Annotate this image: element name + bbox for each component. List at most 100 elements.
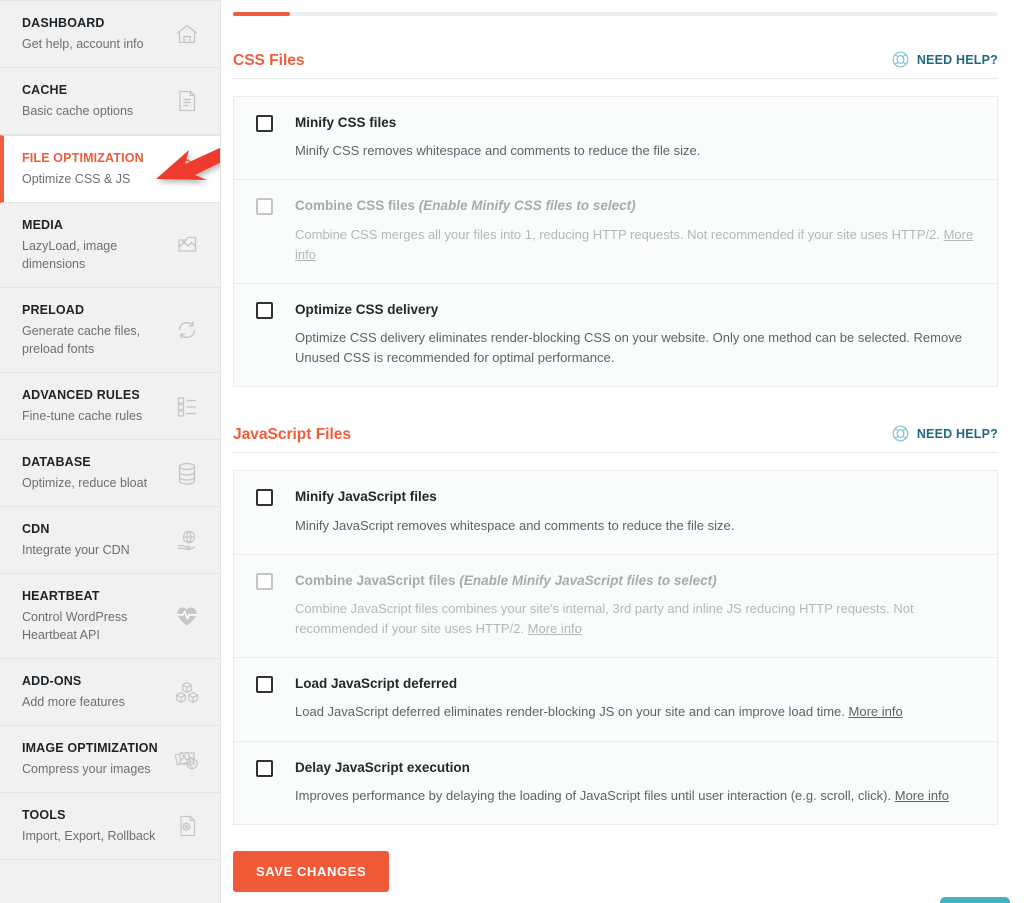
sidebar-item-title: HEARTBEAT	[22, 589, 100, 604]
sidebar-item-title: DATABASE	[22, 455, 91, 470]
sidebar-item-subtitle: Generate cache files, preload fonts	[22, 324, 141, 357]
option-header: Minify JavaScript files	[256, 488, 975, 507]
option-row: Combine CSS files (Enable Minify CSS fil…	[234, 180, 997, 284]
option-label-text: Minify CSS files	[295, 115, 397, 130]
sidebar-item-text: IMAGE OPTIMIZATION Compress your images	[22, 740, 172, 778]
support-chat-widget[interactable]	[940, 897, 1010, 903]
checkbox-minify-javascript-files[interactable]	[256, 489, 273, 507]
option-label: Combine JavaScript files (Enable Minify …	[295, 572, 717, 590]
option-label[interactable]: Optimize CSS delivery	[295, 301, 438, 319]
settings-sections: CSS Files NEED HELP? Minify CSS files Minif…	[233, 50, 998, 825]
option-description-text: Load JavaScript deferred eliminates rend…	[295, 704, 845, 720]
document-icon	[172, 86, 202, 116]
need-help-label: NEED HELP?	[916, 426, 998, 441]
option-row: Minify CSS files Minify CSS removes white…	[234, 97, 997, 181]
sidebar-item-cache[interactable]: CACHE Basic cache options	[0, 68, 220, 135]
sidebar-item-dashboard[interactable]: DASHBOARD Get help, account info	[0, 0, 220, 68]
option-label[interactable]: Minify CSS files	[295, 114, 396, 132]
settings-sidebar: DASHBOARD Get help, account info CACHE Basi…	[0, 0, 221, 903]
sidebar-item-title: PRELOAD	[22, 303, 85, 318]
need-help-link-javascript-files[interactable]: NEED HELP?	[891, 424, 998, 443]
more-info-link[interactable]: More info	[895, 788, 949, 803]
sidebar-item-title: ADVANCED RULES	[22, 388, 140, 403]
sidebar-item-media[interactable]: MEDIA LazyLoad, image dimensions	[0, 203, 220, 289]
cdn-globe-hand-icon	[172, 525, 202, 555]
more-info-link[interactable]: More info	[528, 621, 582, 636]
home-icon	[172, 19, 202, 49]
sidebar-item-subtitle: Control WordPress Heartbeat API	[22, 610, 128, 643]
sidebar-item-title: MEDIA	[22, 218, 64, 232]
photos-icon	[172, 744, 202, 774]
sidebar-item-image-optimization[interactable]: IMAGE OPTIMIZATION Compress your images	[0, 726, 220, 794]
sidebar-item-text: DASHBOARD Get help, account info	[22, 15, 172, 53]
option-row: Load JavaScript deferred Load JavaScript …	[234, 658, 997, 742]
option-description-text: Optimize CSS delivery eliminates render-…	[295, 330, 962, 366]
options-card-css-files: Minify CSS files Minify CSS removes white…	[233, 96, 998, 388]
option-header: Delay JavaScript execution	[256, 759, 975, 777]
option-label-hint: (Enable Minify CSS files to select)	[418, 198, 636, 214]
sidebar-item-preload[interactable]: PRELOAD Generate cache files, preload fon…	[0, 288, 220, 374]
sidebar-item-subtitle: Get help, account info	[22, 36, 144, 51]
option-label[interactable]: Load JavaScript deferred	[295, 675, 457, 693]
sidebar-item-text: FILE OPTIMIZATION Optimize CSS & JS	[22, 150, 172, 188]
heart-pulse-icon	[172, 601, 202, 631]
sidebar-item-title: IMAGE OPTIMIZATION	[22, 741, 158, 756]
sidebar-item-title: ADD-ONS	[22, 674, 82, 689]
save-changes-button[interactable]: SAVE CHANGES	[233, 850, 390, 892]
sidebar-item-text: CACHE Basic cache options	[22, 82, 172, 120]
settings-main-panel: CSS Files NEED HELP? Minify CSS files Minif…	[221, 0, 1024, 903]
checklist-icon	[172, 391, 202, 421]
option-row: Delay JavaScript execution Improves perfo…	[234, 742, 997, 824]
layers-icon	[172, 154, 202, 184]
sidebar-item-text: DATABASE Optimize, reduce bloat	[22, 454, 172, 492]
sidebar-item-subtitle: Import, Export, Rollback	[22, 829, 156, 844]
sidebar-item-add-ons[interactable]: ADD-ONS Add more features	[0, 659, 220, 727]
sidebar-item-text: ADD-ONS Add more features	[22, 673, 172, 711]
option-row: Combine JavaScript files (Enable Minify …	[234, 555, 997, 659]
sidebar-item-advanced-rules[interactable]: ADVANCED RULES Fine-tune cache rules	[0, 373, 220, 441]
option-description: Optimize CSS delivery eliminates render-…	[295, 328, 975, 368]
option-label[interactable]: Delay JavaScript execution	[295, 759, 470, 777]
option-description: Minify CSS removes whitespace and commen…	[295, 141, 975, 161]
sidebar-item-file-optimization[interactable]: FILE OPTIMIZATION Optimize CSS & JS	[0, 135, 220, 203]
option-label-text: Minify JavaScript files	[295, 489, 437, 505]
checkbox-load-javascript-deferred[interactable]	[256, 676, 273, 694]
sidebar-item-subtitle: Compress your images	[22, 762, 151, 777]
option-description: Improves performance by delaying the loa…	[295, 786, 975, 806]
tab-underline-bar	[233, 12, 998, 16]
sidebar-item-subtitle: Add more features	[22, 695, 125, 710]
sidebar-item-subtitle: Optimize CSS & JS	[22, 171, 131, 186]
sidebar-item-text: HEARTBEAT Control WordPress Heartbeat API	[22, 588, 172, 644]
more-info-link[interactable]: More info	[849, 704, 903, 719]
option-row: Optimize CSS delivery Optimize CSS delive…	[234, 284, 997, 387]
option-header: Combine CSS files (Enable Minify CSS fil…	[256, 197, 975, 216]
checkbox-optimize-css-delivery[interactable]	[256, 301, 273, 319]
rocket-settings-screen: DASHBOARD Get help, account info CACHE Basi…	[0, 0, 1024, 903]
sidebar-item-title: CDN	[22, 522, 50, 537]
sidebar-nav-list: DASHBOARD Get help, account info CACHE Basi…	[0, 0, 220, 861]
option-description: Combine JavaScript files combines your s…	[295, 599, 975, 639]
option-header: Optimize CSS delivery	[256, 301, 975, 319]
sidebar-item-tools[interactable]: TOOLS Import, Export, Rollback	[0, 793, 220, 861]
checkbox-delay-javascript-execution[interactable]	[256, 759, 273, 777]
option-description-text: Minify CSS removes whitespace and commen…	[295, 143, 701, 159]
need-help-link-css-files[interactable]: NEED HELP?	[891, 50, 998, 69]
option-label[interactable]: Minify JavaScript files	[295, 488, 437, 506]
option-row: Minify JavaScript files Minify JavaScript…	[234, 471, 997, 555]
option-label-text: Combine CSS files	[295, 198, 416, 214]
sidebar-item-database[interactable]: DATABASE Optimize, reduce bloat	[0, 440, 220, 508]
checkbox-minify-css-files[interactable]	[256, 115, 273, 132]
sidebar-item-subtitle: Integrate your CDN	[22, 543, 130, 558]
sidebar-item-subtitle: LazyLoad, image dimensions	[22, 238, 118, 271]
sidebar-item-subtitle: Basic cache options	[22, 103, 134, 118]
option-header: Combine JavaScript files (Enable Minify …	[256, 572, 975, 590]
sidebar-item-heartbeat[interactable]: HEARTBEAT Control WordPress Heartbeat API	[0, 574, 220, 660]
sidebar-item-title: DASHBOARD	[22, 16, 105, 30]
refresh-icon	[172, 315, 202, 345]
option-header: Load JavaScript deferred	[256, 675, 975, 694]
sidebar-item-cdn[interactable]: CDN Integrate your CDN	[0, 507, 220, 575]
option-label-text: Load JavaScript deferred	[295, 676, 458, 692]
option-label-text: Optimize CSS delivery	[295, 301, 439, 317]
sidebar-item-title: FILE OPTIMIZATION	[22, 151, 144, 165]
sidebar-item-text: CDN Integrate your CDN	[22, 521, 172, 559]
